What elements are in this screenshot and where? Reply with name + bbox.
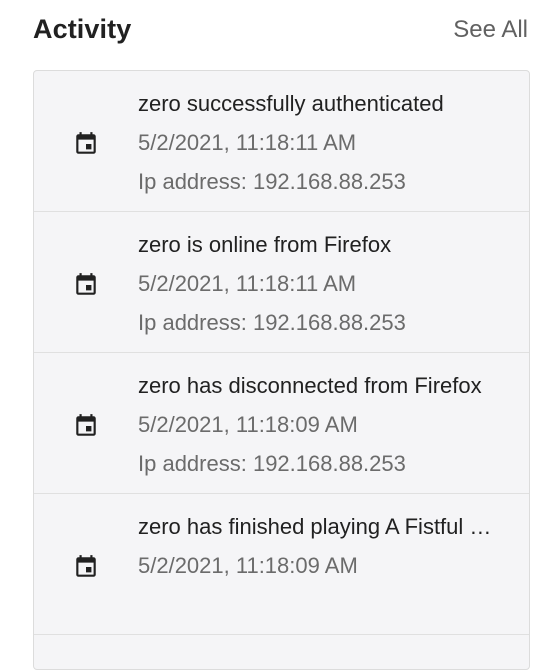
section-title: Activity	[33, 14, 132, 44]
calendar-event-icon	[76, 555, 96, 577]
activity-text: zero is online from Firefox 5/2/2021, 11…	[138, 230, 518, 347]
activity-item[interactable]: zero is online from Firefox 5/2/2021, 11…	[34, 212, 529, 353]
calendar-event-icon	[76, 273, 96, 295]
activity-header: Activity See All	[33, 0, 528, 62]
activity-list: zero successfully authenticated 5/2/2021…	[33, 70, 530, 670]
activity-text: zero has disconnected from Firefox 5/2/2…	[138, 371, 518, 488]
activity-item[interactable]: zero successfully authenticated 5/2/2021…	[34, 71, 529, 212]
activity-text: zero has finished playing A Fistful … 5/…	[138, 512, 518, 629]
activity-title: zero successfully authenticated	[138, 91, 444, 116]
see-all-link[interactable]: See All	[453, 16, 528, 44]
activity-timestamp: 5/2/2021, 11:18:09 AM	[138, 553, 358, 578]
activity-timestamp: 5/2/2021, 11:18:11 AM	[138, 130, 357, 155]
activity-ip: Ip address: 192.168.88.253	[138, 451, 406, 476]
activity-timestamp: 5/2/2021, 11:18:09 AM	[138, 412, 358, 437]
activity-ip: Ip address: 192.168.88.253	[138, 310, 406, 335]
activity-title: zero has finished playing A Fistful …	[138, 514, 492, 539]
activity-title: zero is online from Firefox	[138, 232, 392, 257]
activity-title: zero has disconnected from Firefox	[138, 373, 482, 398]
activity-ip	[138, 590, 518, 629]
activity-timestamp: 5/2/2021, 11:18:11 AM	[138, 271, 357, 296]
activity-item[interactable]: zero has finished playing A Fistful … 5/…	[34, 494, 529, 635]
calendar-event-icon	[76, 132, 96, 154]
calendar-event-icon	[76, 414, 96, 436]
activity-text: zero successfully authenticated 5/2/2021…	[138, 89, 518, 206]
activity-ip: Ip address: 192.168.88.253	[138, 169, 406, 194]
activity-item[interactable]: zero has disconnected from Firefox 5/2/2…	[34, 353, 529, 494]
